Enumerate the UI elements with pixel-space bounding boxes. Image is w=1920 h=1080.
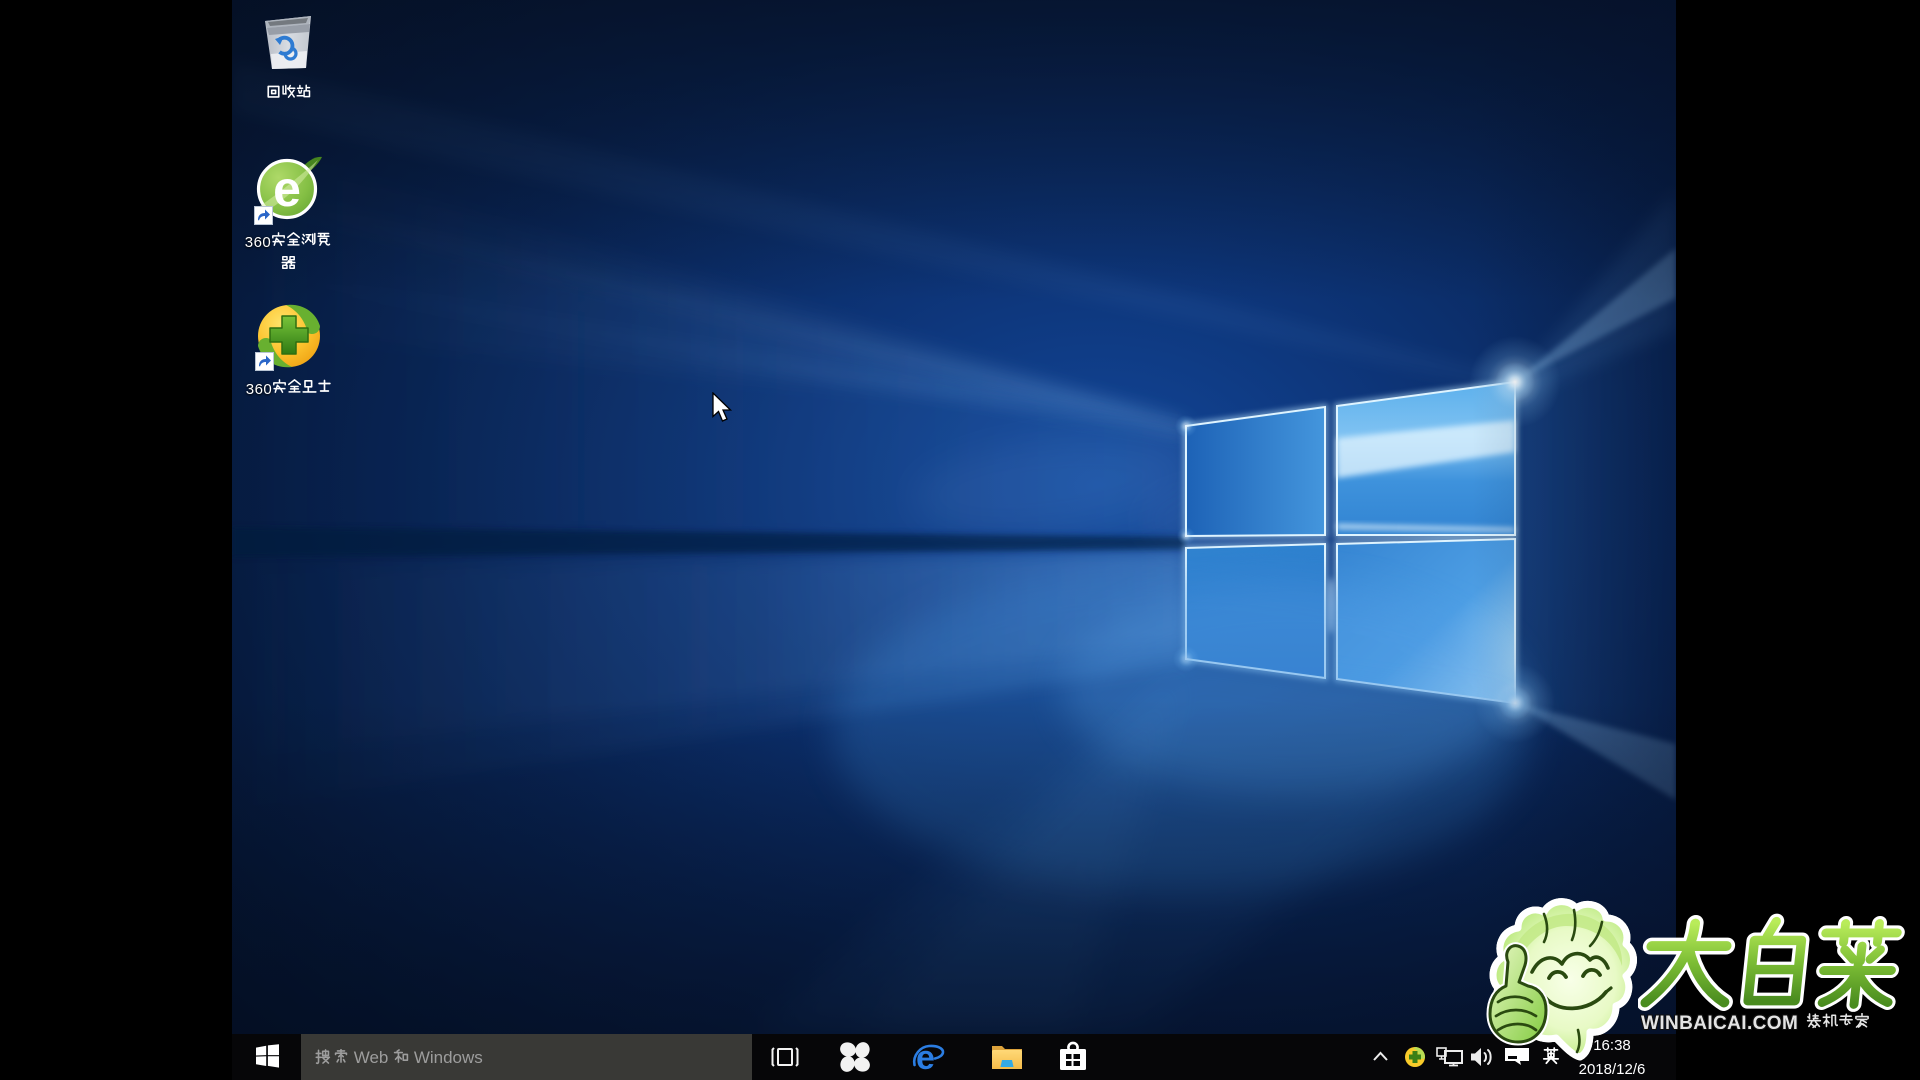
- svg-text:e: e: [273, 161, 301, 217]
